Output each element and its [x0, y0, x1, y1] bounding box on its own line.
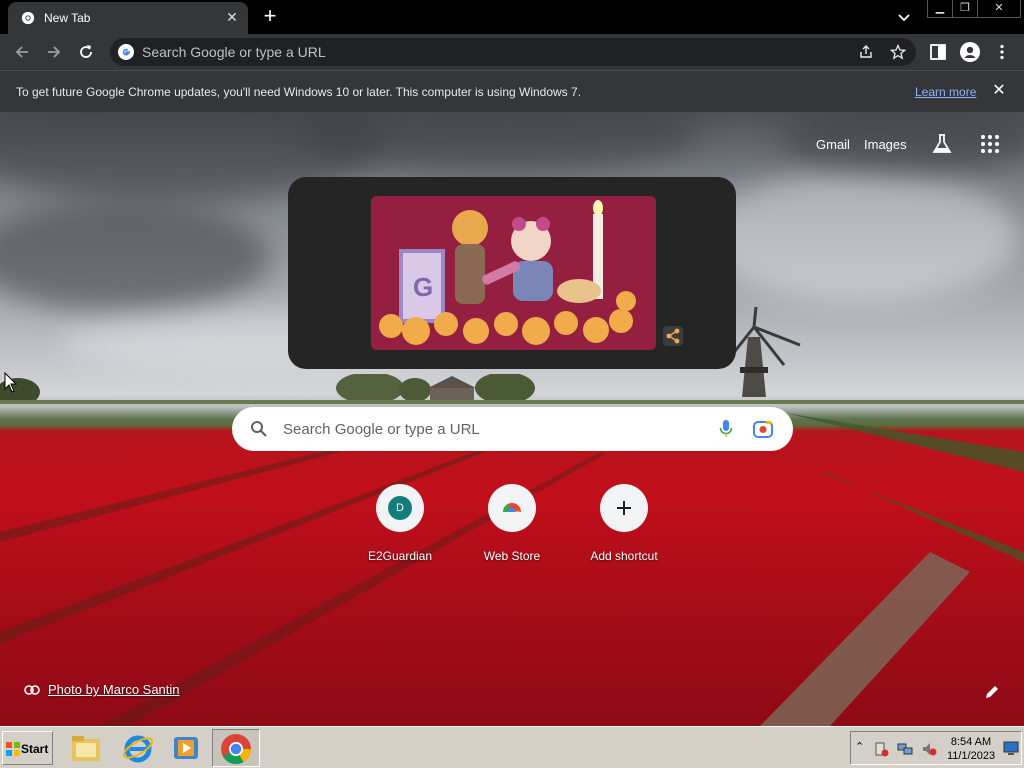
profile-icon[interactable] [960, 42, 980, 62]
volume-muted-icon[interactable] [921, 741, 937, 757]
new-tab-button[interactable]: + [258, 5, 282, 29]
media-player-icon[interactable] [168, 730, 204, 766]
action-center-icon[interactable] [873, 741, 889, 757]
shortcut-icon-bg: D [376, 484, 424, 532]
google-doodle-image[interactable]: G [371, 196, 656, 350]
shortcut-icon-bg [600, 484, 648, 532]
show-desktop-icon[interactable] [1003, 740, 1019, 756]
taskbar-chrome-button[interactable] [212, 729, 260, 767]
chevron-down-icon[interactable] [895, 8, 913, 26]
shortcut-label: E2Guardian [367, 549, 433, 563]
omnibox[interactable] [110, 38, 916, 66]
shortcut-web-store[interactable]: Web Store [462, 484, 562, 570]
chrome-icon [221, 734, 251, 765]
show-hidden-icons-icon[interactable]: ⌃ [855, 740, 864, 753]
start-button[interactable]: Start [2, 731, 53, 765]
attribution-text[interactable]: Photo by Marco Santin [48, 682, 180, 697]
google-icon [118, 44, 134, 60]
avatar: D [388, 496, 412, 520]
shortcut-label: Web Store [483, 549, 541, 563]
images-link[interactable]: Images [864, 137, 907, 152]
add-shortcut-button[interactable]: Add shortcut [574, 484, 674, 570]
infobar-message: To get future Google Chrome updates, you… [16, 85, 582, 99]
restore-button[interactable]: ❐ [952, 0, 978, 18]
share-icon[interactable] [858, 44, 874, 60]
system-tray: ⌃ 8:54 AM 11/1/2023 [850, 731, 1022, 765]
microphone-icon[interactable] [718, 419, 734, 439]
file-explorer-icon[interactable] [68, 730, 104, 766]
new-tab-page: Gmail Images G Search Google or type a U… [0, 112, 1024, 726]
windows-flag-icon [6, 742, 20, 756]
search-icon [251, 421, 267, 437]
clock-date: 11/1/2023 [946, 750, 996, 762]
network-icon[interactable] [897, 741, 913, 757]
apps-grid-icon[interactable] [980, 134, 1000, 154]
close-window-button[interactable]: ✕ [977, 0, 1021, 18]
minimize-button[interactable]: ▁ [927, 0, 953, 18]
reload-icon[interactable] [76, 42, 96, 62]
mouse-cursor-icon [4, 372, 18, 393]
update-infobar: To get future Google Chrome updates, you… [0, 70, 1024, 112]
gmail-link[interactable]: Gmail [816, 137, 850, 152]
forward-arrow-icon[interactable] [44, 42, 64, 62]
windows-taskbar: Start ⌃ 8:54 AM 11/1/2023 [0, 726, 1024, 768]
menu-dots-icon[interactable] [992, 42, 1012, 62]
shortcut-icon-bg [488, 484, 536, 532]
ntp-search-box[interactable] [232, 407, 793, 451]
tab-new-tab[interactable]: New Tab ✕ [8, 2, 248, 34]
customize-pencil-icon[interactable] [983, 683, 1001, 701]
side-panel-icon[interactable] [928, 42, 948, 62]
shortcut-label: Add shortcut [590, 549, 658, 563]
toolbar [0, 34, 1024, 70]
google-lens-icon[interactable] [753, 420, 773, 438]
web-store-icon [502, 503, 522, 517]
doodle-container: G [288, 177, 736, 369]
internet-explorer-icon[interactable] [120, 730, 156, 766]
tab-title: New Tab [44, 11, 91, 25]
omnibox-input[interactable] [142, 42, 842, 62]
svg-text:G: G [413, 272, 433, 302]
star-icon[interactable] [890, 44, 906, 60]
start-label: Start [21, 742, 49, 756]
clock-time: 8:54 AM [950, 736, 992, 748]
tab-close-icon[interactable]: ✕ [224, 9, 240, 25]
ntp-search-input[interactable] [283, 419, 683, 439]
doodle-share-icon[interactable] [663, 326, 683, 346]
taskbar-clock[interactable]: 8:54 AM 11/1/2023 [945, 735, 997, 763]
tab-strip: New Tab ✕ + ▁ ❐ ✕ [0, 0, 1024, 34]
chrome-icon [21, 11, 35, 25]
back-arrow-icon[interactable] [12, 42, 32, 62]
infobar-close-icon[interactable]: ✕ [990, 82, 1008, 100]
shortcut-e2guardian[interactable]: D E2Guardian [350, 484, 450, 570]
plus-icon [617, 501, 631, 515]
learn-more-link[interactable]: Learn more [915, 85, 976, 99]
link-icon [24, 685, 40, 695]
labs-flask-icon[interactable] [931, 133, 953, 155]
